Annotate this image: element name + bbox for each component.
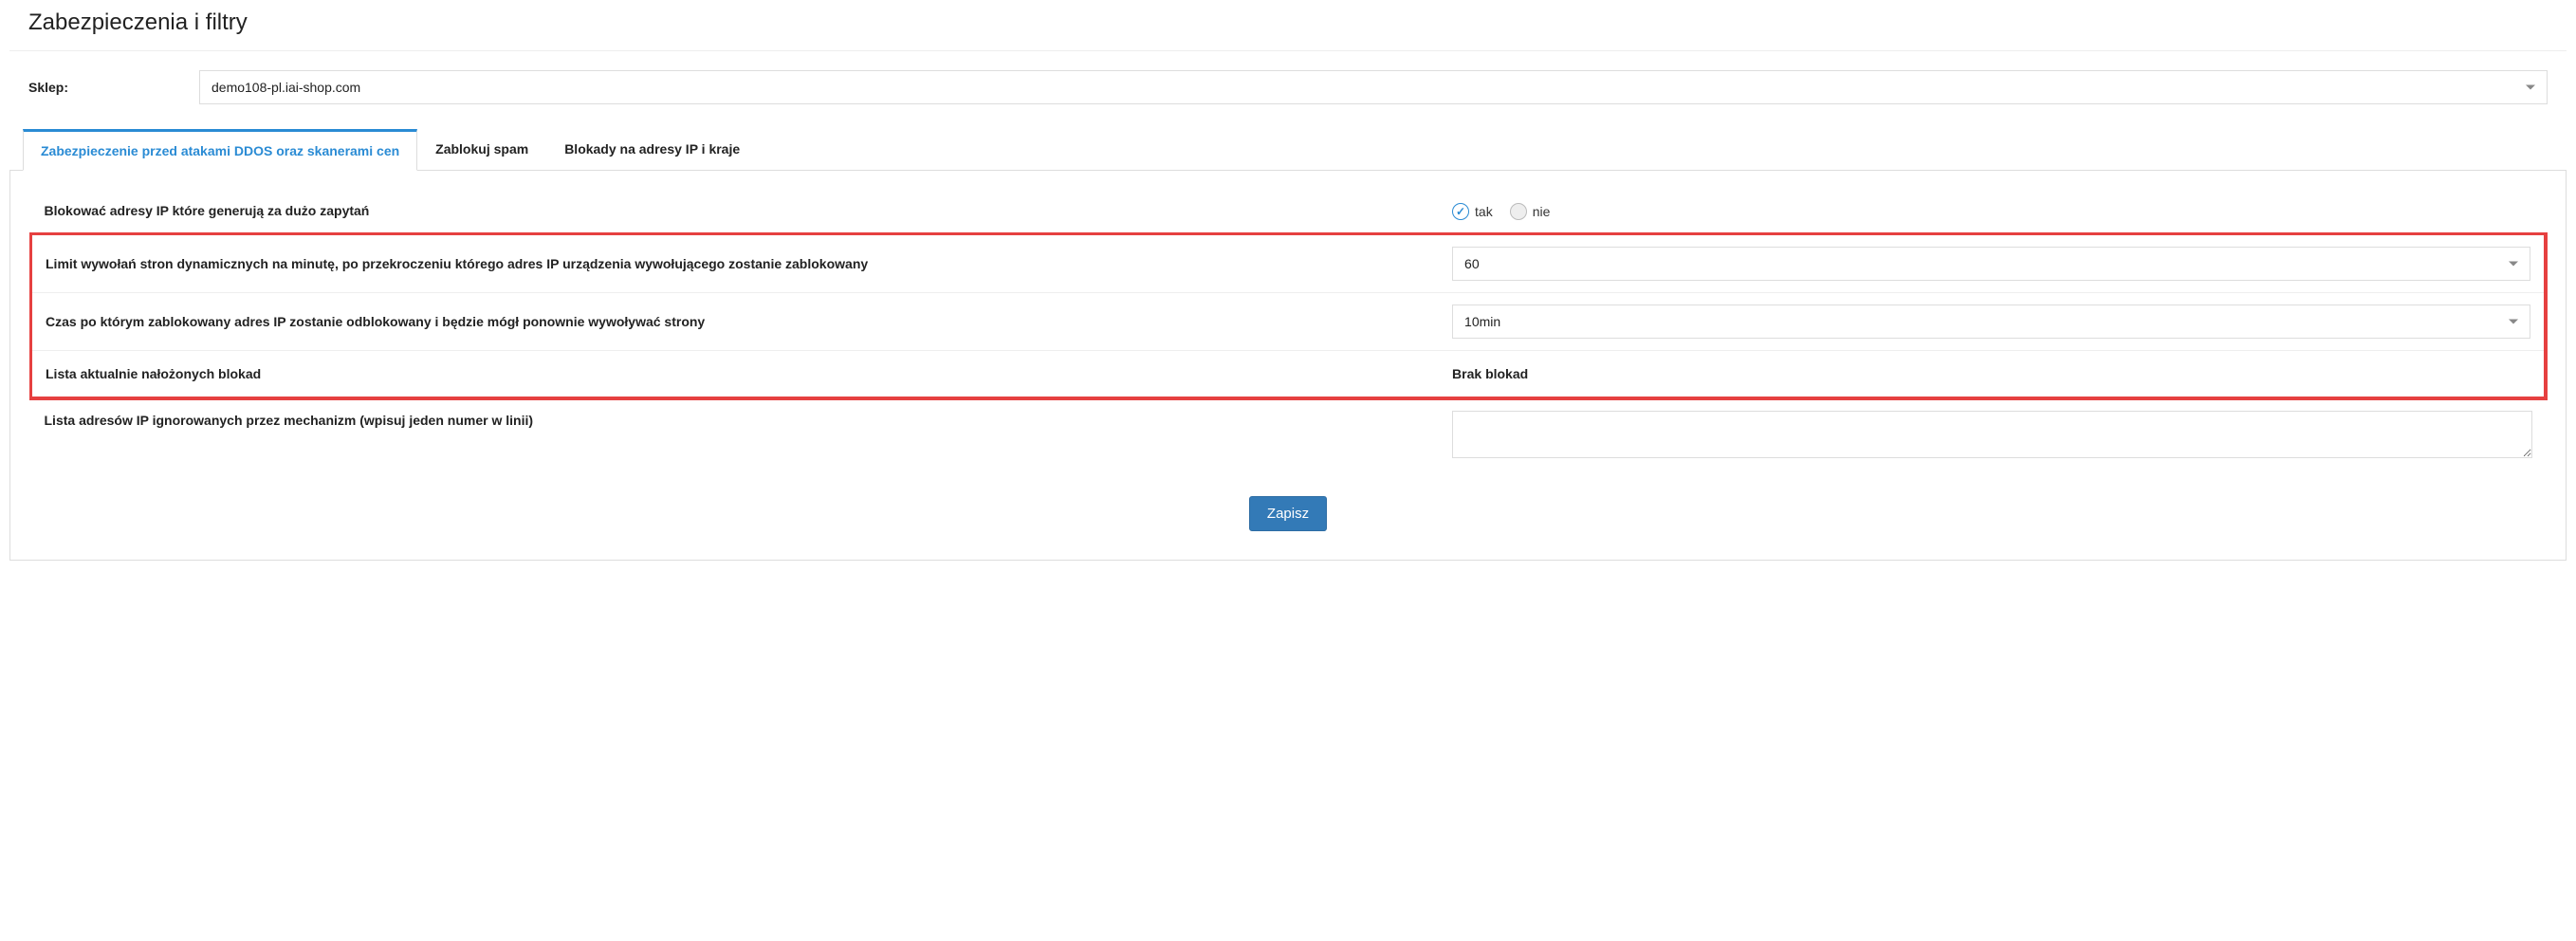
label-unblock-time: Czas po którym zablokowany adres IP zost… <box>31 293 1440 351</box>
unblock-time-select[interactable]: 10min <box>1452 304 2530 339</box>
row-current-blocks: Lista aktualnie nałożonych blokad Brak b… <box>31 351 2546 398</box>
ignored-ips-textarea[interactable] <box>1452 411 2531 458</box>
radio-yes-indicator <box>1452 203 1469 220</box>
radio-yes-label: tak <box>1475 204 1493 219</box>
current-blocks-value: Brak blokad <box>1452 362 2530 385</box>
limit-calls-value: 60 <box>1464 256 1480 271</box>
page-title: Zabezpieczenia i filtry <box>9 0 2567 51</box>
save-button[interactable]: Zapisz <box>1249 496 1327 531</box>
block-ips-radio-group: tak nie <box>1452 203 2531 220</box>
tab-panel-ddos: Blokować adresy IP które generują za duż… <box>9 171 2567 561</box>
actions-row: Zapisz <box>29 472 2547 531</box>
unblock-time-value: 10min <box>1464 314 1500 329</box>
row-ignored-ips: Lista adresów IP ignorowanych przez mech… <box>31 398 2546 473</box>
radio-no[interactable]: nie <box>1510 203 1551 220</box>
row-limit-calls: Limit wywołań stron dynamicznych na minu… <box>31 234 2546 293</box>
row-unblock-time: Czas po którym zablokowany adres IP zost… <box>31 293 2546 351</box>
radio-yes[interactable]: tak <box>1452 203 1493 220</box>
radio-no-indicator <box>1510 203 1527 220</box>
row-block-ips: Blokować adresy IP które generują za duż… <box>31 190 2546 234</box>
chevron-down-icon <box>2509 320 2518 324</box>
tab-ipblock[interactable]: Blokady na adresy IP i kraje <box>546 129 758 171</box>
tab-ddos[interactable]: Zabezpieczenie przed atakami DDOS oraz s… <box>23 129 417 171</box>
radio-no-label: nie <box>1533 204 1551 219</box>
shop-select-value: demo108-pl.iai-shop.com <box>212 80 360 95</box>
label-current-blocks: Lista aktualnie nałożonych blokad <box>31 351 1440 398</box>
shop-select[interactable]: demo108-pl.iai-shop.com <box>199 70 2548 104</box>
label-limit-calls: Limit wywołań stron dynamicznych na minu… <box>31 234 1440 293</box>
chevron-down-icon <box>2526 85 2535 90</box>
shop-label: Sklep: <box>28 80 199 95</box>
shop-selector-row: Sklep: demo108-pl.iai-shop.com <box>9 70 2567 128</box>
highlighted-settings: Limit wywołań stron dynamicznych na minu… <box>31 234 2546 398</box>
settings-table: Blokować adresy IP które generują za duż… <box>29 190 2547 472</box>
tabs: Zabezpieczenie przed atakami DDOS oraz s… <box>9 128 2567 171</box>
tab-spam[interactable]: Zablokuj spam <box>417 129 546 171</box>
label-block-ips: Blokować adresy IP które generują za duż… <box>31 190 1440 234</box>
chevron-down-icon <box>2509 262 2518 267</box>
limit-calls-select[interactable]: 60 <box>1452 247 2530 281</box>
label-ignored-ips: Lista adresów IP ignorowanych przez mech… <box>31 398 1440 473</box>
